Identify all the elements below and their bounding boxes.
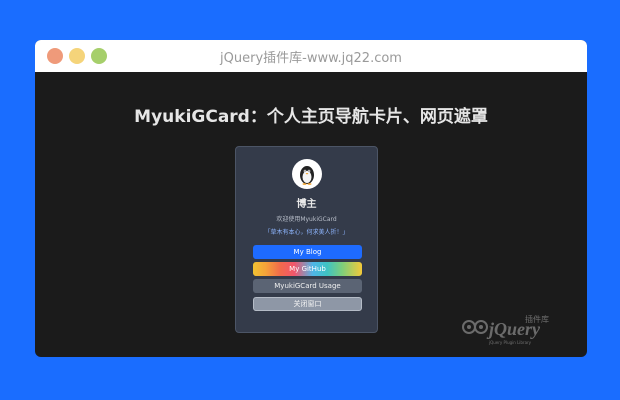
my-blog-label: My Blog — [293, 248, 322, 256]
usage-label: MyukiGCard Usage — [274, 282, 341, 290]
my-github-button[interactable]: My GitHub — [253, 262, 362, 276]
avatar — [292, 159, 322, 189]
usage-button[interactable]: MyukiGCard Usage — [253, 279, 362, 293]
profile-card: 博主 欢迎使用MyukiGCard 「草木有本心，何求美人折！」 My Blog… — [235, 146, 378, 333]
close-window-button[interactable]: 关闭窗口 — [253, 297, 362, 311]
close-window-label: 关闭窗口 — [293, 300, 322, 308]
my-blog-button[interactable]: My Blog — [253, 245, 362, 259]
window-titlebar: jQuery插件库-www.jq22.com — [35, 40, 587, 72]
svg-text:插件库: 插件库 — [525, 314, 549, 324]
page-content: MyukiGCard：个人主页导航卡片、网页遮罩 博主 欢迎使用MyukiGCa… — [35, 72, 587, 357]
penguin-icon — [300, 166, 314, 185]
my-github-label: My GitHub — [289, 265, 326, 273]
browser-window: jQuery插件库-www.jq22.com MyukiGCard：个人主页导航… — [35, 40, 587, 357]
jquery-logo-watermark: jQuery 插件库 jQuery Plugin Library — [462, 314, 549, 345]
svg-text:jQuery Plugin Library: jQuery Plugin Library — [488, 340, 532, 345]
page-title: MyukiGCard：个人主页导航卡片、网页遮罩 — [134, 107, 488, 127]
window-title: jQuery插件库-www.jq22.com — [220, 51, 402, 66]
motto-text: 「草木有本心，何求美人折！」 — [264, 229, 349, 236]
profile-name: 博主 — [296, 199, 317, 210]
welcome-text: 欢迎使用MyukiGCard — [276, 216, 337, 223]
